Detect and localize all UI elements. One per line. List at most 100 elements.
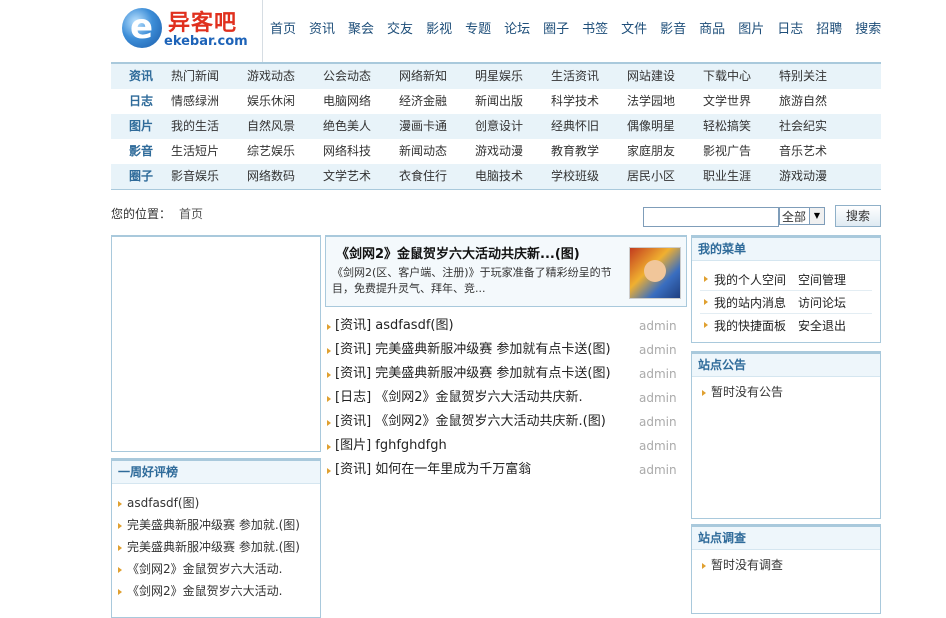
nav-search[interactable]: 搜索 xyxy=(855,18,881,37)
nav-topics[interactable]: 专题 xyxy=(465,18,491,37)
category-link[interactable]: 居民小区 xyxy=(627,164,703,189)
category-link[interactable]: 生活资讯 xyxy=(551,64,627,89)
weekly-item-title[interactable]: 完美盛典新服冲级赛 参加就.(图) xyxy=(127,540,300,554)
nav-news[interactable]: 资讯 xyxy=(309,18,335,37)
category-link[interactable]: 公会动态 xyxy=(323,64,399,89)
news-title-link[interactable]: [资讯] asdfasdf(图) xyxy=(335,314,454,338)
list-item[interactable]: 《剑网2》金鼠贺岁六大活动. xyxy=(118,580,320,602)
category-link[interactable]: 电脑技术 xyxy=(475,164,551,189)
category-link[interactable]: 影音娱乐 xyxy=(171,164,247,189)
category-link[interactable]: 新闻出版 xyxy=(475,89,551,114)
category-link[interactable]: 电脑网络 xyxy=(323,89,399,114)
nav-pictures[interactable]: 图片 xyxy=(738,18,764,37)
category-link[interactable]: 学校班级 xyxy=(551,164,627,189)
category-link[interactable]: 文学艺术 xyxy=(323,164,399,189)
category-heading[interactable]: 日志 xyxy=(111,89,171,114)
chevron-down-icon[interactable]: ▼ xyxy=(809,208,824,224)
category-link[interactable]: 衣食住行 xyxy=(399,164,475,189)
category-link[interactable]: 娱乐休闲 xyxy=(247,89,323,114)
category-link[interactable]: 网站建设 xyxy=(627,64,703,89)
featured-thumbnail-image[interactable] xyxy=(629,247,681,299)
menu-visit-forum[interactable]: 访问论坛 xyxy=(798,294,846,311)
search-input[interactable] xyxy=(643,207,779,227)
breadcrumb-home-link[interactable]: 首页 xyxy=(179,207,203,221)
category-link[interactable]: 教育教学 xyxy=(551,139,627,164)
news-title-link[interactable]: [资讯] 完美盛典新服冲级赛 参加就有点卡送(图) xyxy=(335,362,611,386)
category-link[interactable]: 绝色美人 xyxy=(323,114,399,139)
menu-my-space[interactable]: 我的个人空间 xyxy=(714,271,786,288)
category-link[interactable]: 科学技术 xyxy=(551,89,627,114)
category-link[interactable]: 创意设计 xyxy=(475,114,551,139)
category-row: 日志 情感绿洲 娱乐休闲 电脑网络 经济金融 新闻出版 科学技术 法学园地 文学世界 旅游自然 xyxy=(111,89,881,114)
category-link[interactable]: 音乐艺术 xyxy=(779,139,855,164)
news-title-link[interactable]: [资讯] 如何在一年里成为千万富翁 xyxy=(335,458,531,482)
news-title-link[interactable]: [资讯] 完美盛典新服冲级赛 参加就有点卡送(图) xyxy=(335,338,611,362)
category-link[interactable]: 家庭朋友 xyxy=(627,139,703,164)
search-button[interactable]: 搜索 xyxy=(835,205,881,227)
category-link[interactable]: 网络新知 xyxy=(399,64,475,89)
category-link[interactable]: 网络科技 xyxy=(323,139,399,164)
list-item[interactable]: 完美盛典新服冲级赛 参加就.(图) xyxy=(118,514,320,536)
list-item[interactable]: 完美盛典新服冲级赛 参加就.(图) xyxy=(118,536,320,558)
category-link[interactable]: 法学园地 xyxy=(627,89,703,114)
category-link[interactable]: 下载中心 xyxy=(703,64,779,89)
category-link[interactable]: 游戏动漫 xyxy=(779,164,855,189)
nav-forum[interactable]: 论坛 xyxy=(504,18,530,37)
menu-my-messages[interactable]: 我的站内消息 xyxy=(714,294,786,311)
category-link[interactable]: 游戏动态 xyxy=(247,64,323,89)
category-link[interactable]: 网络数码 xyxy=(247,164,323,189)
category-link[interactable]: 特别关注 xyxy=(779,64,855,89)
nav-movies[interactable]: 影视 xyxy=(426,18,452,37)
category-link[interactable]: 职业生涯 xyxy=(703,164,779,189)
category-link[interactable]: 自然风景 xyxy=(247,114,323,139)
category-link[interactable]: 旅游自然 xyxy=(779,89,855,114)
nav-blog[interactable]: 日志 xyxy=(777,18,803,37)
category-heading[interactable]: 圈子 xyxy=(111,164,171,189)
category-link[interactable]: 偶像明星 xyxy=(627,114,703,139)
list-item[interactable]: 《剑网2》金鼠贺岁六大活动. xyxy=(118,558,320,580)
weekly-item-title[interactable]: asdfasdf(图) xyxy=(127,496,199,510)
category-link[interactable]: 经济金融 xyxy=(399,89,475,114)
featured-title-link[interactable]: 《剑网2》金鼠贺岁六大活动共庆新...(图) xyxy=(336,243,580,262)
nav-jobs[interactable]: 招聘 xyxy=(816,18,842,37)
menu-quick-panel[interactable]: 我的快捷面板 xyxy=(714,317,786,334)
nav-files[interactable]: 文件 xyxy=(621,18,647,37)
menu-space-manage[interactable]: 空间管理 xyxy=(798,271,846,288)
category-link[interactable]: 社会纪实 xyxy=(779,114,855,139)
search-scope-select[interactable]: 全部 ▼ xyxy=(779,207,825,225)
weekly-item-title[interactable]: 完美盛典新服冲级赛 参加就.(图) xyxy=(127,518,300,532)
site-logo[interactable]: e 异客吧 ekebar.com xyxy=(118,4,258,52)
nav-bookmarks[interactable]: 书签 xyxy=(582,18,608,37)
nav-home[interactable]: 首页 xyxy=(270,18,296,37)
category-heading[interactable]: 图片 xyxy=(111,114,171,139)
category-link[interactable]: 影视广告 xyxy=(703,139,779,164)
weekly-item-title[interactable]: 《剑网2》金鼠贺岁六大活动. xyxy=(127,584,282,598)
category-link[interactable]: 我的生活 xyxy=(171,114,247,139)
logo-globe-icon: e xyxy=(122,7,162,48)
search-scope-value: 全部 xyxy=(782,210,807,224)
category-link[interactable]: 综艺娱乐 xyxy=(247,139,323,164)
category-link[interactable]: 游戏动漫 xyxy=(475,139,551,164)
nav-circles[interactable]: 圈子 xyxy=(543,18,569,37)
category-link[interactable]: 明星娱乐 xyxy=(475,64,551,89)
category-link[interactable]: 生活短片 xyxy=(171,139,247,164)
category-link[interactable]: 漫画卡通 xyxy=(399,114,475,139)
nav-goods[interactable]: 商品 xyxy=(699,18,725,37)
category-link[interactable]: 经典怀旧 xyxy=(551,114,627,139)
category-link[interactable]: 情感绿洲 xyxy=(171,89,247,114)
news-title-link[interactable]: [图片] fghfghdfgh xyxy=(335,434,447,458)
news-title-link[interactable]: [日志] 《剑网2》金鼠贺岁六大活动共庆新. xyxy=(335,386,583,410)
category-heading[interactable]: 影音 xyxy=(111,139,171,164)
category-link[interactable]: 新闻动态 xyxy=(399,139,475,164)
category-link[interactable]: 文学世界 xyxy=(703,89,779,114)
menu-logout[interactable]: 安全退出 xyxy=(798,317,846,334)
weekly-item-title[interactable]: 《剑网2》金鼠贺岁六大活动. xyxy=(127,562,282,576)
news-title-link[interactable]: [资讯] 《剑网2》金鼠贺岁六大活动共庆新.(图) xyxy=(335,410,606,434)
list-item[interactable]: asdfasdf(图) xyxy=(118,492,320,514)
nav-friends[interactable]: 交友 xyxy=(387,18,413,37)
category-heading[interactable]: 资讯 xyxy=(111,64,171,89)
category-link[interactable]: 轻松搞笑 xyxy=(703,114,779,139)
nav-media[interactable]: 影音 xyxy=(660,18,686,37)
nav-party[interactable]: 聚会 xyxy=(348,18,374,37)
category-link[interactable]: 热门新闻 xyxy=(171,64,247,89)
